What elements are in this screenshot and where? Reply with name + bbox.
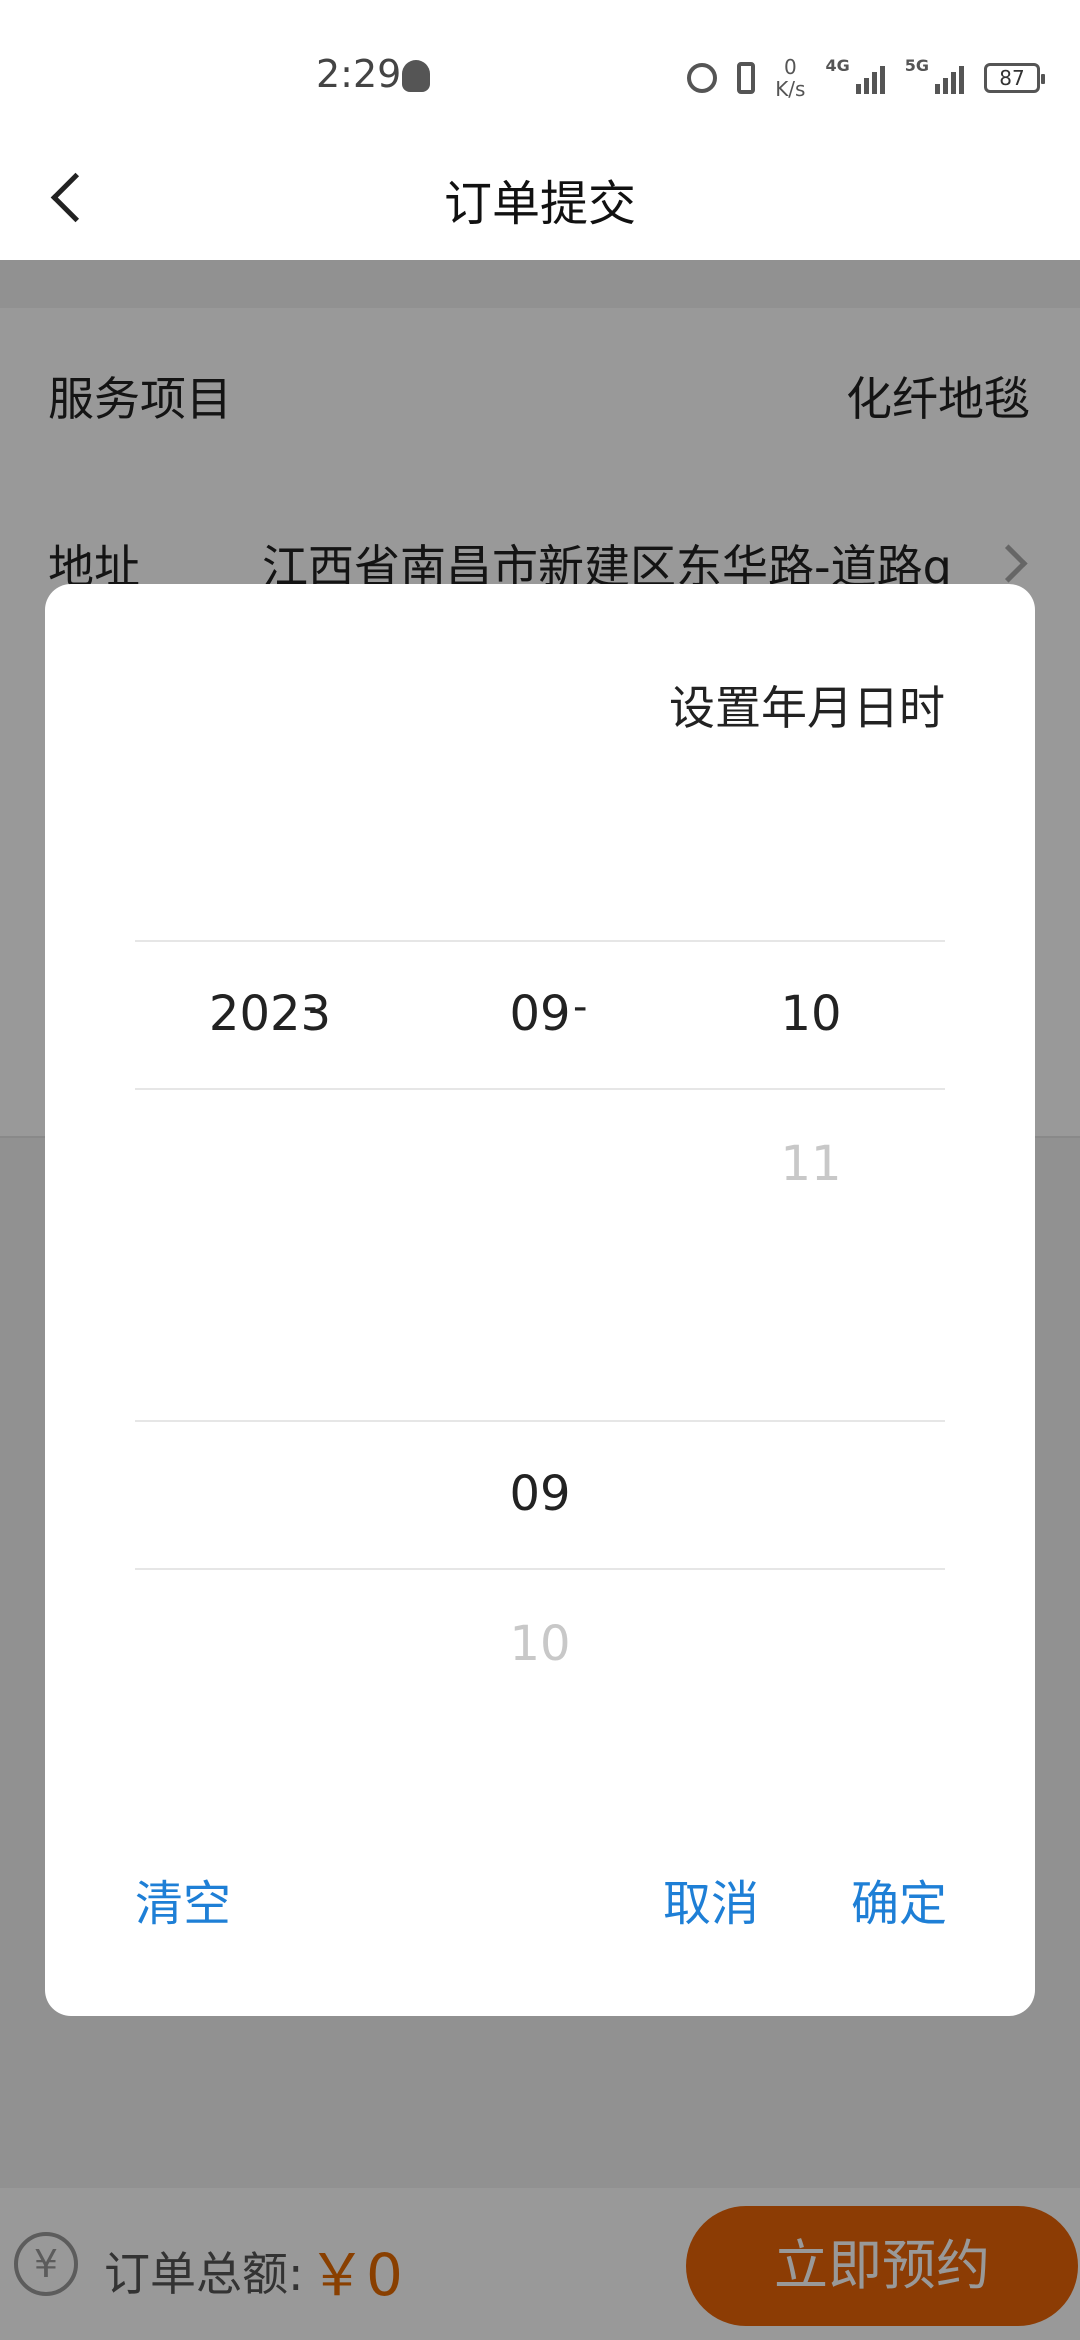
page-title: 订单提交 — [443, 176, 636, 232]
hour-next-value[interactable]: 10 — [450, 1616, 630, 1672]
status-bar: 2:29 0 K/s 4G 5G 87 — [0, 0, 1080, 130]
speed-unit: K/s — [775, 77, 806, 101]
year-value[interactable]: 2023 — [180, 986, 360, 1042]
hour-wheel[interactable]: 09 10 — [135, 1420, 945, 1720]
signal-icon — [855, 62, 885, 94]
date-separator: - — [303, 984, 318, 1030]
confirm-button[interactable]: 确定 — [851, 1864, 947, 1934]
hour-value[interactable]: 09 — [450, 1466, 630, 1522]
month-value[interactable]: 09 — [450, 986, 630, 1042]
signal-icon-2 — [935, 62, 964, 94]
battery-icon: 87 — [984, 63, 1045, 93]
alarm-icon — [687, 63, 718, 93]
qq-icon — [402, 60, 430, 92]
network-type-2: 5G — [904, 56, 929, 75]
date-wheel[interactable]: 2023 - 09 - 10 11 — [135, 940, 945, 1240]
day-value[interactable]: 10 — [721, 986, 901, 1042]
date-separator: - — [573, 984, 588, 1030]
dialog-title: 设置年月日时 — [669, 681, 945, 735]
selection-line-top — [135, 1420, 945, 1422]
selection-line-bottom — [135, 1568, 945, 1570]
clear-button[interactable]: 清空 — [135, 1864, 231, 1934]
cancel-button[interactable]: 取消 — [663, 1864, 759, 1934]
selection-line-bottom — [135, 1088, 945, 1090]
datetime-picker-dialog: 设置年月日时 2023 - 09 - 10 11 09 10 清空 取消 确定 — [45, 584, 1035, 2016]
day-next-value[interactable]: 11 — [721, 1136, 901, 1192]
network-type-1: 4G — [825, 56, 850, 75]
status-time: 2:29 — [316, 52, 402, 96]
vibrate-icon — [737, 62, 756, 94]
selection-line-top — [135, 940, 945, 942]
speed-value: 0 — [783, 55, 797, 79]
network-speed: 0 K/s — [775, 56, 805, 100]
status-icons: 0 K/s 4G 5G 87 — [687, 56, 1045, 100]
app-header: 订单提交 — [0, 130, 1080, 260]
